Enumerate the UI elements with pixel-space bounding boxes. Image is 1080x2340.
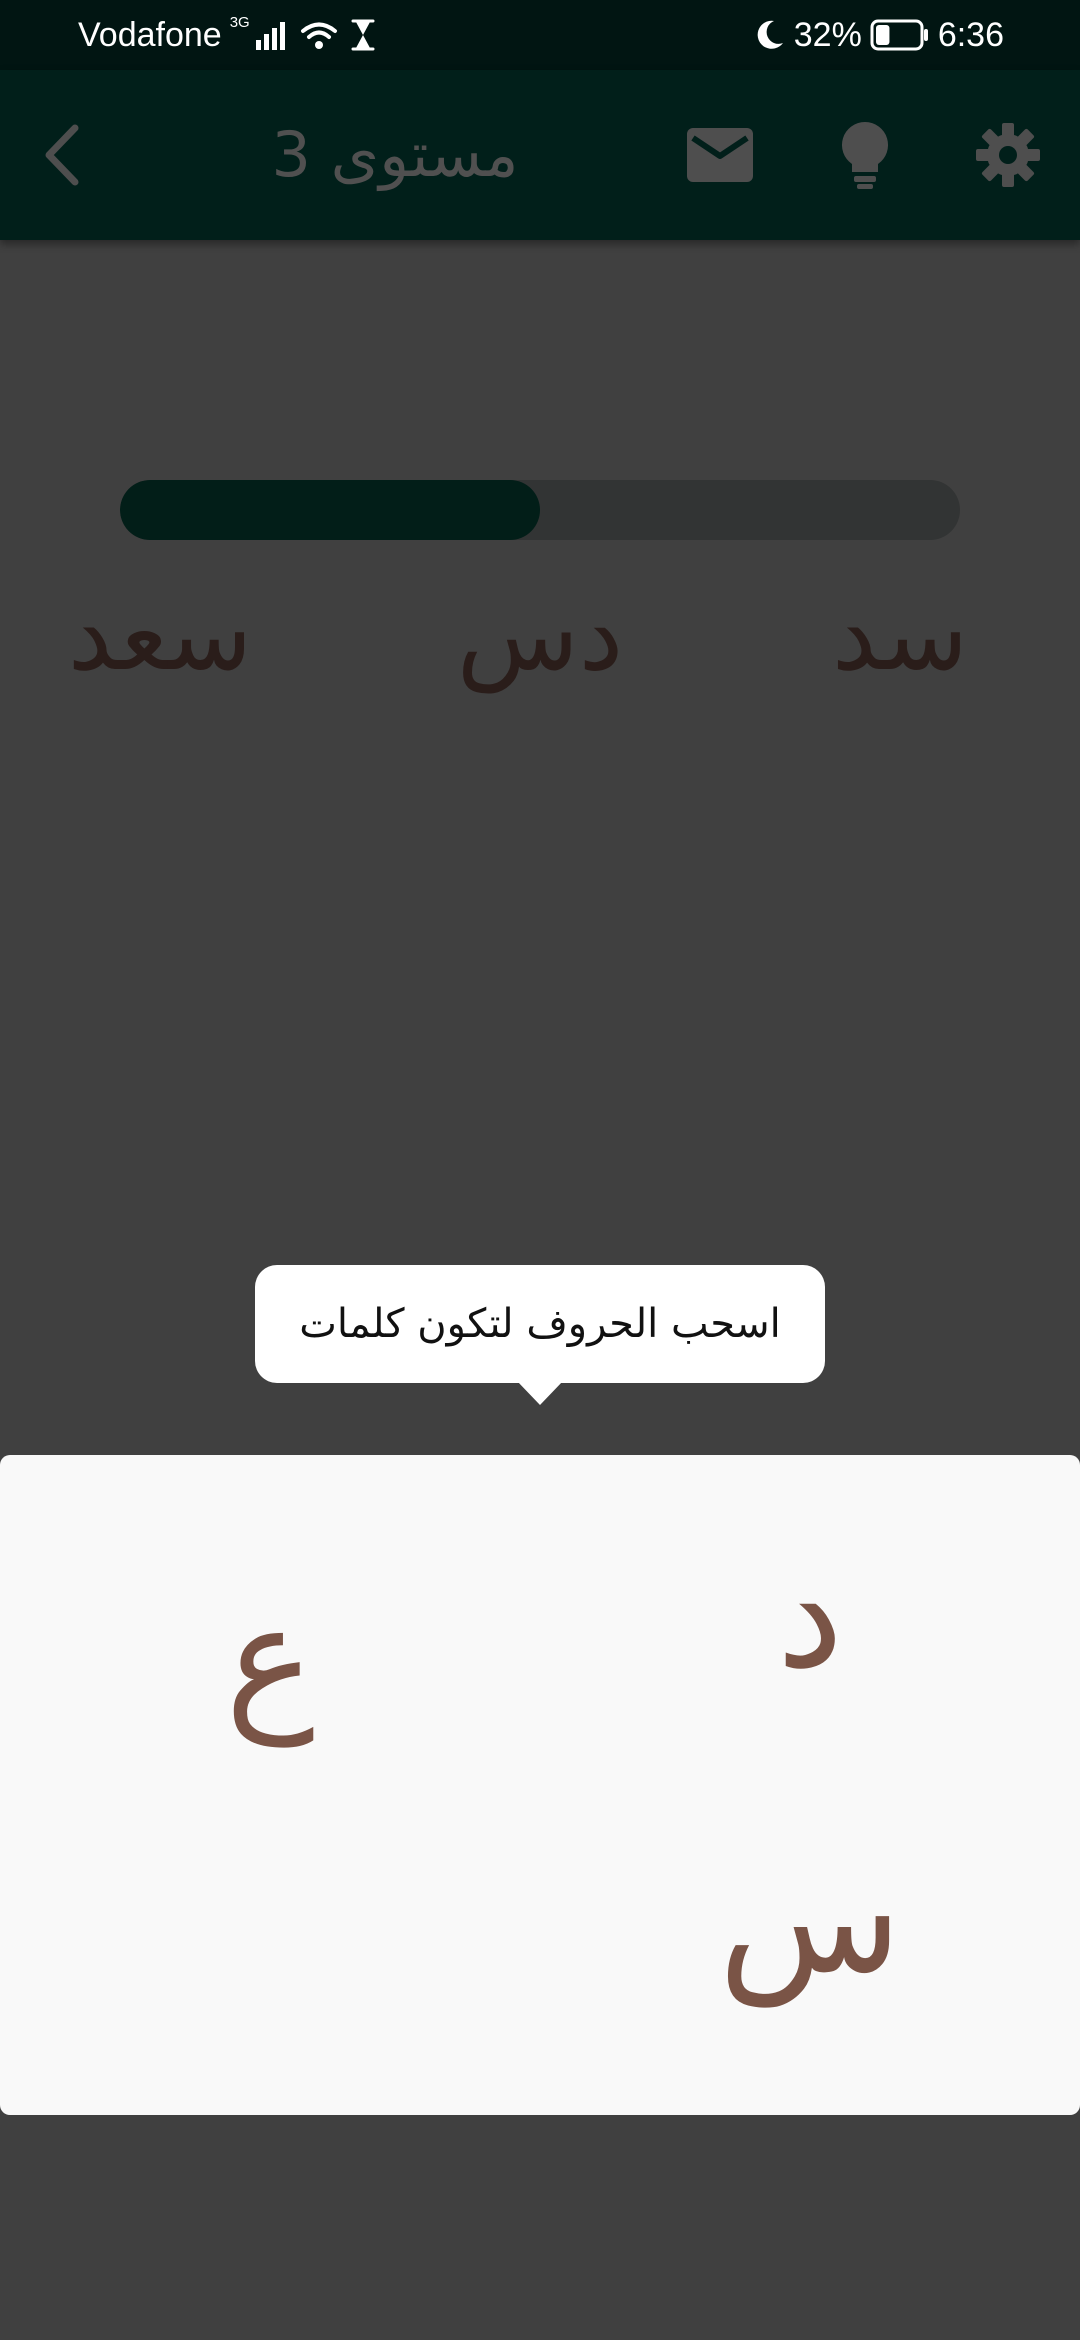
- letter-tile[interactable]: س: [710, 1820, 910, 2020]
- found-word: سعد: [67, 576, 253, 693]
- signal-icon: [255, 20, 285, 50]
- status-bar: Vodafone 3G 32% 6:36: [0, 0, 1080, 70]
- app-bar: مستوى 3: [0, 70, 1080, 240]
- settings-button[interactable]: [968, 115, 1048, 195]
- mail-icon: [687, 128, 753, 182]
- tooltip-pointer: [517, 1381, 563, 1405]
- lightbulb-icon: [841, 121, 889, 189]
- carrier-name: Vodafone: [78, 15, 222, 54]
- letter-tile[interactable]: ع: [170, 1560, 370, 1760]
- status-left: Vodafone 3G: [78, 0, 377, 70]
- found-word: دس: [456, 576, 624, 693]
- gear-icon: [976, 123, 1040, 187]
- back-button[interactable]: [25, 115, 105, 195]
- letter-board[interactable]: د ع س: [0, 1455, 1080, 2115]
- hourglass-icon: [351, 19, 375, 51]
- hint-button[interactable]: [825, 115, 905, 195]
- back-icon: [45, 124, 79, 186]
- found-word: سد: [831, 576, 969, 693]
- page-title: مستوى 3: [271, 118, 519, 191]
- battery-icon: [870, 19, 928, 51]
- level-progress-bar: [120, 480, 960, 540]
- wifi-icon: [300, 22, 337, 49]
- mail-button[interactable]: [680, 115, 760, 195]
- letter-tile[interactable]: د: [710, 1515, 910, 1715]
- level-progress-fill: [120, 480, 540, 540]
- found-words: سد دس سعد: [0, 560, 1080, 710]
- moon-icon: [757, 20, 783, 49]
- status-right: 32% 6:36: [754, 0, 1004, 70]
- network-type-badge: 3G: [229, 14, 250, 31]
- hint-tooltip: اسحب الحروف لتكون كلمات: [255, 1265, 825, 1383]
- battery-percent: 32%: [793, 15, 862, 54]
- clock: 6:36: [937, 15, 1004, 54]
